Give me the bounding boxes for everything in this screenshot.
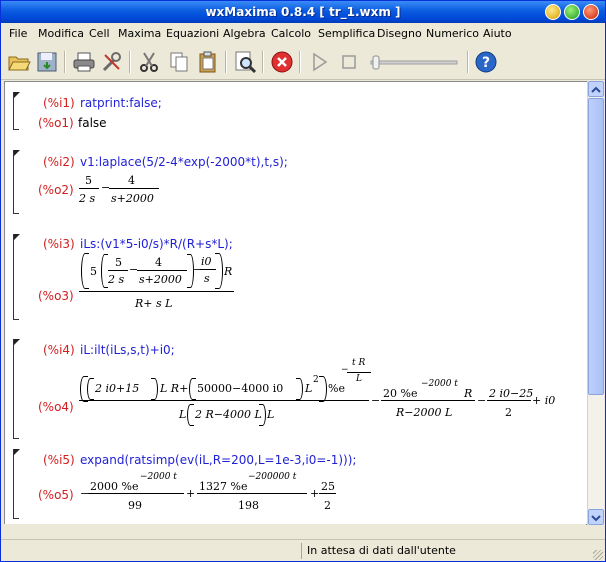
input-code[interactable]: v1:laplace(5/2-4*exp(-2000*t),t,s);: [80, 155, 288, 169]
window-title: wxMaxima 0.8.4 [ tr_1.wxm ]: [205, 5, 401, 19]
find-icon[interactable]: [233, 50, 257, 74]
menu-bar: File Modifica Cell Maxima Equazioni Alge…: [1, 23, 605, 43]
menu-file[interactable]: File: [9, 27, 27, 40]
menu-disegno[interactable]: Disegno: [377, 27, 422, 40]
frac-num: 4: [128, 174, 135, 187]
input-label: (%i2): [43, 155, 75, 169]
paste-icon[interactable]: [196, 50, 220, 74]
cell-bracket[interactable]: [13, 449, 20, 519]
interrupt-icon[interactable]: [270, 50, 294, 74]
worksheet[interactable]: (%i1) ratprint:false; (%o1) false (%i2) …: [4, 81, 588, 525]
main-window: wxMaxima 0.8.4 [ tr_1.wxm ] File Modific…: [0, 0, 606, 562]
stop-icon[interactable]: [337, 50, 361, 74]
scroll-thumb[interactable]: [588, 98, 604, 395]
horizontal-scroll-area: [4, 524, 586, 538]
input-label: (%i4): [43, 343, 75, 357]
scroll-down-button[interactable]: [588, 509, 604, 525]
input-label: (%i1): [43, 96, 75, 110]
cell-bracket[interactable]: [13, 234, 20, 320]
vertical-scrollbar[interactable]: [587, 81, 604, 525]
maximize-button[interactable]: [564, 4, 580, 20]
input-code[interactable]: iL:ilt(iLs,s,t)+i0;: [80, 343, 175, 357]
resize-grip[interactable]: [593, 550, 603, 560]
svg-text:?: ?: [482, 55, 490, 71]
output-value: false: [78, 116, 107, 130]
input-label: (%i3): [43, 237, 75, 251]
menu-cell[interactable]: Cell: [89, 27, 110, 40]
help-icon[interactable]: ?: [474, 50, 498, 74]
frac-den: 2 s: [79, 192, 96, 205]
frac-bar: [79, 188, 99, 189]
frac-den: s+2000: [111, 192, 154, 205]
menu-modifica[interactable]: Modifica: [38, 27, 84, 40]
input-code[interactable]: expand(ratsimp(ev(iL,R=200,L=1e-3,i0=-1)…: [80, 453, 356, 467]
cell-bracket[interactable]: [13, 92, 20, 130]
cell-bracket[interactable]: [13, 339, 20, 439]
status-text: In attesa di dati dall'utente: [307, 544, 456, 557]
cell-bracket[interactable]: [13, 150, 20, 214]
input-code[interactable]: iLs:(v1*5-i0/s)*R/(R+s*L);: [80, 237, 233, 251]
menu-equazioni[interactable]: Equazioni: [166, 27, 219, 40]
open-icon[interactable]: [7, 50, 31, 74]
minimize-button[interactable]: [545, 4, 561, 20]
title-bar[interactable]: wxMaxima 0.8.4 [ tr_1.wxm ]: [1, 1, 605, 23]
scroll-up-button[interactable]: [588, 81, 604, 97]
frac-bar: [109, 188, 159, 189]
menu-calcolo[interactable]: Calcolo: [271, 27, 311, 40]
copy-icon[interactable]: [167, 50, 191, 74]
save-icon[interactable]: [35, 50, 59, 74]
play-icon[interactable]: [307, 50, 331, 74]
menu-semplifica[interactable]: Semplifica: [318, 27, 375, 40]
menu-maxima[interactable]: Maxima: [118, 27, 161, 40]
output-label: (%o3): [38, 289, 74, 303]
slider-icon[interactable]: [369, 50, 459, 74]
output-label: (%o1): [38, 116, 74, 130]
print-icon[interactable]: [72, 50, 96, 74]
cut-icon[interactable]: [137, 50, 161, 74]
output-label: (%o2): [38, 183, 74, 197]
close-button[interactable]: [583, 4, 599, 20]
output-label: (%o4): [38, 400, 74, 414]
input-label: (%i5): [43, 453, 75, 467]
input-code[interactable]: ratprint:false;: [80, 96, 162, 110]
config-icon[interactable]: [100, 50, 124, 74]
frac-num: 5: [85, 174, 92, 187]
output-label: (%o5): [38, 488, 74, 502]
menu-algebra[interactable]: Algebra: [223, 27, 266, 40]
menu-aiuto[interactable]: Aiuto: [483, 27, 512, 40]
menu-numerico[interactable]: Numerico: [426, 27, 479, 40]
status-bar: In attesa di dati dall'utente: [1, 539, 605, 561]
toolbar: ?: [1, 45, 605, 80]
